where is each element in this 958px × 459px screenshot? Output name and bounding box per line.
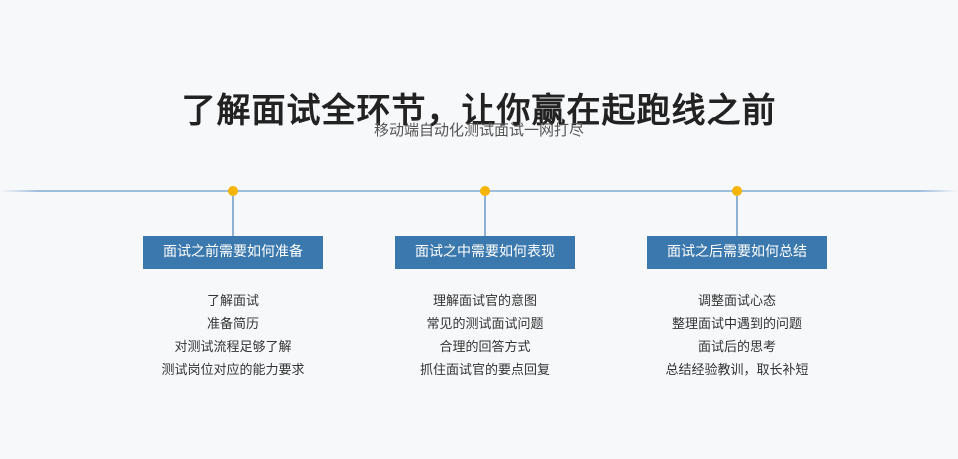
list-item: 常见的测试面试问题 xyxy=(426,317,544,332)
stage-during-button[interactable]: 面试之中需要如何表现 xyxy=(395,236,575,269)
list-item: 抓住面试官的要点回复 xyxy=(419,363,550,378)
stage-after-list: 调整面试心态 整理面试中遇到的问题 面试后的思考 总结经验教训，取长补短 xyxy=(617,290,857,382)
page-subtitle: 移动端自动化测试面试一网打尽 xyxy=(373,121,584,139)
stage-during-list: 理解面试官的意图 常见的测试面试问题 合理的回答方式 抓住面试官的要点回复 xyxy=(365,290,605,382)
stage-before-button[interactable]: 面试之前需要如何准备 xyxy=(143,236,323,269)
timeline-connector xyxy=(736,196,738,236)
list-item: 测试岗位对应的能力要求 xyxy=(161,363,305,378)
list-item: 总结经验教训，取长补短 xyxy=(665,363,809,378)
stage-before-list: 了解面试 准备简历 对测试流程足够了解 测试岗位对应的能力要求 xyxy=(113,290,353,382)
list-item: 调整面试心态 xyxy=(697,294,776,309)
timeline-dot-icon xyxy=(228,186,238,196)
list-item: 面试后的思考 xyxy=(697,340,776,355)
timeline-line xyxy=(0,190,958,192)
list-item: 了解面试 xyxy=(206,294,259,309)
stage-after-button[interactable]: 面试之后需要如何总结 xyxy=(647,236,827,269)
timeline-connector xyxy=(232,196,234,236)
list-item: 准备简历 xyxy=(206,317,259,332)
timeline-connector xyxy=(484,196,486,236)
timeline-dot-icon xyxy=(480,186,490,196)
list-item: 整理面试中遇到的问题 xyxy=(671,317,802,332)
list-item: 对测试流程足够了解 xyxy=(174,340,292,355)
list-item: 理解面试官的意图 xyxy=(432,294,537,309)
timeline-dot-icon xyxy=(732,186,742,196)
list-item: 合理的回答方式 xyxy=(439,340,531,355)
